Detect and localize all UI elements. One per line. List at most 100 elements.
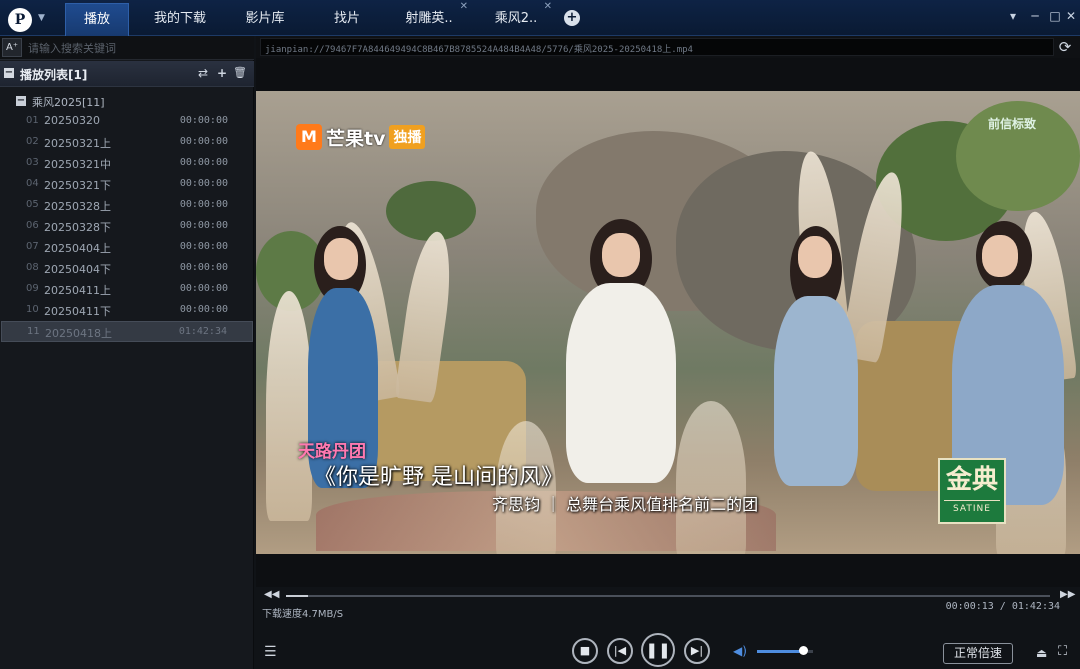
subtitle-caption: 齐思钧 ｜ 总舞台乘风值排名前二的团 [492,495,759,514]
app-logo[interactable]: P [8,8,32,32]
tab-find-movie[interactable]: 找片 [322,3,372,36]
tab-movie-library[interactable]: 影片库 [235,3,295,36]
playlist-item[interactable]: 08 20250404下 00:00:00 [1,258,253,279]
refresh-icon[interactable]: ⟳ [1056,38,1074,56]
tab-label: 找片 [333,11,360,26]
item-name: 20250418上 [45,327,112,340]
item-index: 07 [26,241,39,252]
playback-rate-button[interactable]: 正常倍速 [943,643,1013,664]
channel-name: 芒果tv [326,127,386,150]
tab-play[interactable]: 播放 [65,3,129,36]
search-bar: A⁺ [0,36,254,60]
item-name: 20250321下 [44,179,111,192]
playlist-item[interactable]: 09 20250411上 00:00:00 [1,279,253,300]
item-duration: 00:00:00 [179,262,228,273]
window-menu-icon[interactable]: ▾ [1004,8,1022,24]
tab-label: 播放 [83,12,110,27]
collapse-icon[interactable]: − [4,68,14,78]
font-size-button[interactable]: A⁺ [2,38,22,57]
video-frame[interactable]: M 芒果tv 独播 前信标致 天路丹团 《你是旷野 是山间的风》 齐思钧 ｜ 总… [256,91,1080,554]
playlist-group[interactable]: − 乘风2025[11] [0,91,254,111]
item-duration: 00:00:00 [179,115,228,126]
app-menu-chevron-icon[interactable]: ▼ [38,13,45,23]
sponsor-logo: 金典 SATINE [938,458,1006,524]
playlist-item[interactable]: 07 20250404上 00:00:00 [1,237,253,258]
trash-icon[interactable]: 🗑 [233,66,247,79]
playlist-item[interactable]: 11 20250418上 01:42:34 [1,321,253,342]
item-index: 01 [26,115,39,126]
item-index: 08 [26,262,39,273]
rewind-icon[interactable]: ◀◀ [264,589,279,600]
tab-label: 射雕英.. [405,11,453,26]
add-icon[interactable]: + [215,66,229,80]
item-index: 06 [26,220,39,231]
fullscreen-icon[interactable]: ⛶ [1058,644,1067,659]
search-input[interactable] [28,39,250,57]
fast-forward-icon[interactable]: ▶▶ [1060,589,1075,600]
performer [756,226,876,486]
playlist-item[interactable]: 03 20250321中 00:00:00 [1,153,253,174]
item-name: 20250328上 [44,200,111,213]
item-duration: 00:00:00 [179,157,228,168]
item-name: 20250411上 [44,284,111,297]
minimize-icon[interactable]: ─ [1026,8,1044,24]
item-name: 20250404上 [44,242,111,255]
next-button[interactable]: ▶| [684,638,710,664]
tab-chengfeng[interactable]: 乘风2.. ✕ [486,1,552,36]
item-duration: 01:42:34 [178,326,227,337]
tab-shediao[interactable]: 射雕英.. ✕ [396,1,468,36]
url-bar: jianpian://79467F7A844649494C8B467B87855… [256,36,1080,58]
item-index: 10 [26,304,39,315]
item-index: 11 [27,326,40,337]
tab-close-icon[interactable]: ✕ [460,1,468,13]
item-index: 04 [26,178,39,189]
mango-tv-icon: M [296,124,322,150]
playlist-item[interactable]: 10 20250411下 00:00:00 [1,300,253,321]
item-index: 02 [26,136,39,147]
pause-button[interactable]: ❚❚ [641,633,675,667]
item-duration: 00:00:00 [179,241,228,252]
time-display: 00:00:13 / 01:42:34 [945,601,1060,612]
playlist-toggle-icon[interactable]: ☰ [264,644,277,660]
item-duration: 00:00:00 [179,178,228,189]
playlist-item[interactable]: 04 20250321下 00:00:00 [1,174,253,195]
url-field[interactable]: jianpian://79467F7A844649494C8B467B87855… [260,38,1054,56]
playlist-panel: A⁺ − 播放列表[1] ⇄ + 🗑 − 乘风2025[11] 01 202503… [0,36,254,669]
playlist-header: − 播放列表[1] ⇄ + 🗑 [0,61,254,87]
item-duration: 00:00:00 [179,199,228,210]
download-speed: 下载速度4.7MB/S [262,609,344,620]
playlist-items: 01 20250320 00:00:00 02 20250321上 00:00:00 03 2… [0,111,254,342]
playlist-item[interactable]: 05 20250328上 00:00:00 [1,195,253,216]
add-tab-button[interactable]: + [564,10,580,26]
performer [546,219,696,489]
item-name: 20250328下 [44,221,111,234]
player-controls: ☰ ■ |◀ ❚❚ ▶| ◀) 正常倍速 ⏏ ⛶ [256,630,1080,669]
item-duration: 00:00:00 [179,283,228,294]
volume-icon[interactable]: ◀) [733,644,747,658]
eject-icon[interactable]: ⏏ [1036,646,1047,660]
tab-close-icon[interactable]: ✕ [544,1,552,13]
item-duration: 00:00:00 [179,304,228,315]
playlist-item[interactable]: 02 20250321上 00:00:00 [1,132,253,153]
title-bar: P ▼ 播放 我的下载 影片库 找片 射雕英.. ✕ 乘风2.. ✕ + ▾ ─… [0,0,1080,36]
volume-knob[interactable] [798,646,808,655]
tab-my-downloads[interactable]: 我的下载 [145,3,215,36]
progress-track[interactable] [286,595,1050,597]
playlist-item[interactable]: 06 20250328下 00:00:00 [1,216,253,237]
item-name: 20250321中 [44,158,111,171]
item-duration: 00:00:00 [179,136,228,147]
loop-icon[interactable]: ⇄ [196,66,210,80]
tab-label: 我的下载 [153,11,206,26]
volume-fill [757,650,803,653]
tab-label: 乘风2.. [494,11,538,26]
exclusive-badge: 独播 [389,125,426,149]
item-name: 20250404下 [44,263,111,276]
item-index: 05 [26,199,39,210]
stop-button[interactable]: ■ [572,638,598,664]
collapse-icon[interactable]: − [16,96,26,106]
previous-button[interactable]: |◀ [607,638,633,664]
playlist-item[interactable]: 01 20250320 00:00:00 [1,111,253,132]
close-icon[interactable]: ✕ [1062,8,1080,24]
tab-label: 影片库 [245,11,285,26]
item-index: 09 [26,283,39,294]
